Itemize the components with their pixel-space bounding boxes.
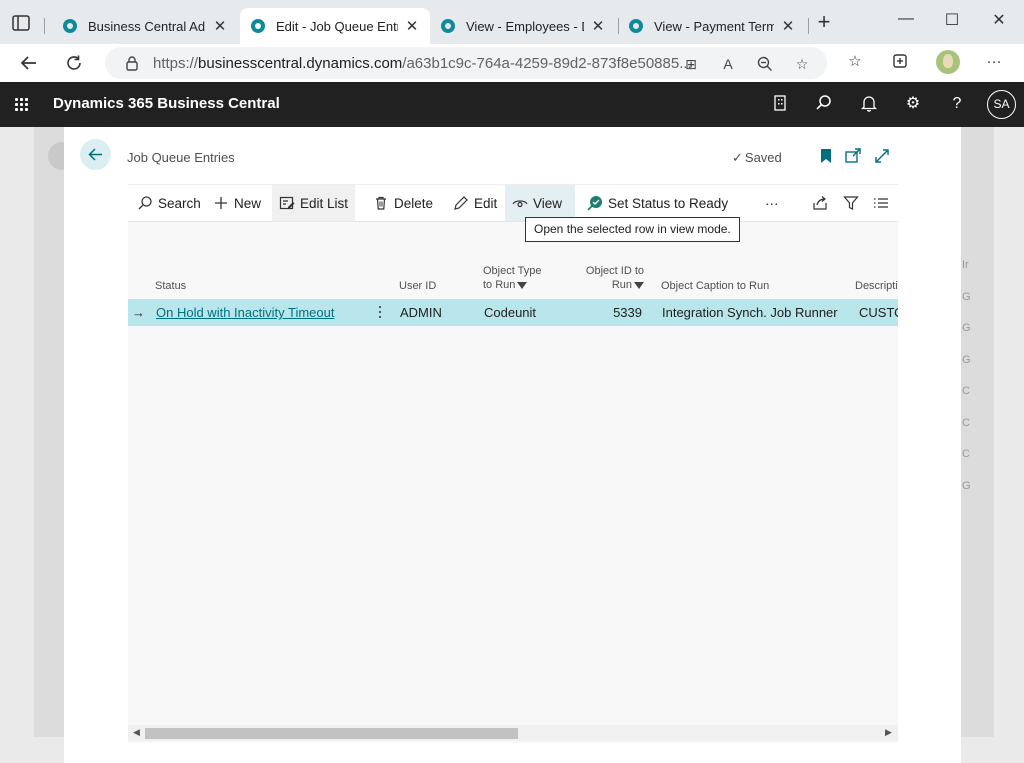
checkmark-icon: ✓ [732,150,743,165]
tab-separator [808,18,809,34]
user-id-cell[interactable]: ADMIN [400,305,442,320]
settings-more-icon[interactable]: ··· [983,51,1005,73]
scroll-right-icon[interactable]: ▶ [885,727,892,738]
url-field[interactable]: https://businesscentral.dynamics.com/a63… [105,47,827,79]
company-icon[interactable] [770,94,790,114]
col-header-status[interactable]: Status [155,279,186,293]
plus-icon [213,195,229,211]
app-launcher-icon[interactable] [15,98,29,112]
edit-list-icon [279,195,295,211]
maximize-icon[interactable]: ☐ [939,10,965,32]
bc-favicon-icon [62,18,78,34]
window-close-icon[interactable]: ✕ [986,10,1012,32]
status-ready-icon [587,195,603,211]
background-list-letters: Ir G G G C C C G [962,259,971,492]
job-queue-grid: Status User ID Object Type to Run Object… [128,222,898,743]
gear-icon[interactable]: ⚙ [903,94,923,114]
refresh-icon[interactable] [63,52,85,74]
tab-actions-icon[interactable] [10,12,32,34]
col-header-user-id[interactable]: User ID [399,279,436,293]
object-type-cell[interactable]: Codeunit [484,305,536,320]
bookmark-icon[interactable] [817,147,835,165]
save-status: ✓ Saved [732,150,782,165]
scrollbar-thumb[interactable] [145,728,518,739]
open-new-window-icon[interactable] [844,147,862,165]
col-header-object-caption[interactable]: Object Caption to Run [661,279,769,293]
close-tab-icon[interactable]: ✕ [590,17,606,35]
filter-applied-icon [517,281,528,289]
delete-button[interactable]: Delete [366,185,440,221]
back-button[interactable] [80,139,111,170]
set-status-ready-button[interactable]: Set Status to Ready [580,185,735,221]
table-row[interactable]: → On Hold with Inactivity Timeout ADMIN … [128,299,898,326]
description-cell[interactable]: CUSTO [859,305,898,320]
new-button[interactable]: New [206,185,268,221]
read-aloud-icon[interactable]: A [719,55,737,73]
trash-icon [373,195,389,211]
view-tooltip: Open the selected row in view mode. [525,217,740,242]
tab-title: Edit - Job Queue Entrie [276,18,398,34]
edit-list-button[interactable]: Edit List [272,185,356,221]
col-header-description[interactable]: Descripti [855,279,898,293]
bell-icon[interactable] [859,94,879,114]
object-caption-cell[interactable]: Integration Synch. Job Runner [662,305,838,320]
object-id-cell[interactable]: 5339 [580,305,642,320]
filter-icon[interactable] [843,195,859,211]
search-icon[interactable] [814,94,834,114]
browser-profile-avatar[interactable] [936,50,960,74]
tab-title: Business Central Admi [88,18,206,34]
add-favorite-icon[interactable]: ☆ [793,55,811,73]
page-title: Job Queue Entries [127,150,235,165]
col-header-object-id[interactable]: Object ID to Run [580,264,644,292]
close-tab-icon[interactable]: ✕ [404,17,420,35]
browser-tab-payment-terms[interactable]: View - Payment Terms ✕ [618,8,806,44]
favorites-icon[interactable]: ☆ [844,51,866,73]
row-menu-icon[interactable] [378,304,382,320]
search-button[interactable]: Search [130,185,208,221]
view-button[interactable]: View [505,185,575,221]
back-arrow-icon [88,148,102,161]
close-tab-icon[interactable]: ✕ [212,17,228,35]
search-icon [137,195,153,211]
row-selected-arrow-icon: → [132,305,145,320]
help-icon[interactable]: ? [947,94,967,114]
tab-title: View - Payment Terms [654,18,774,34]
url-text: https://businesscentral.dynamics.com/a63… [153,55,692,72]
zoom-out-icon[interactable] [756,55,774,73]
browser-tab-job-queue[interactable]: Edit - Job Queue Entrie ✕ [240,8,430,44]
app-available-icon[interactable]: ⊞ [682,55,700,73]
share-icon[interactable] [812,195,828,211]
collections-icon[interactable] [889,51,911,73]
pencil-icon [453,195,469,211]
lock-icon [125,55,139,71]
address-bar: https://businesscentral.dynamics.com/a63… [0,44,1024,82]
scroll-left-icon[interactable]: ◀ [133,727,140,738]
more-actions-button[interactable]: ··· [758,185,786,221]
close-tab-icon[interactable]: ✕ [780,17,796,35]
expand-icon[interactable] [873,147,891,165]
minimize-icon[interactable]: — [893,10,919,32]
list-view-icon[interactable] [873,195,889,211]
tab-title: View - Employees - Dy [466,18,584,34]
browser-tab-strip: Business Central Admi ✕ Edit - Job Queue… [0,0,1024,44]
browser-tab-bc-admin[interactable]: Business Central Admi ✕ [52,8,238,44]
bc-favicon-icon [440,18,456,34]
product-name[interactable]: Dynamics 365 Business Central [53,95,280,112]
edit-button[interactable]: Edit [446,185,504,221]
eye-icon [512,195,528,211]
browser-tab-employees[interactable]: View - Employees - Dy ✕ [430,8,616,44]
horizontal-scrollbar[interactable]: ◀ ▶ [128,725,898,741]
bc-favicon-icon [250,18,266,34]
bc-app-header: Dynamics 365 Business Central ⚙ ? SA [0,82,1024,127]
filter-applied-icon [634,281,644,289]
tab-separator [44,18,45,34]
bc-favicon-icon [628,18,644,34]
new-tab-icon[interactable]: + [813,11,835,34]
user-avatar[interactable]: SA [987,90,1016,119]
action-bar: Search New Edit List Delete Edit View Se… [128,184,898,222]
col-header-object-type[interactable]: Object Type to Run [483,264,542,292]
job-queue-dialog: Job Queue Entries ✓ Saved Search New Edit… [64,127,961,763]
status-cell[interactable]: On Hold with Inactivity Timeout [156,305,334,320]
back-arrow-icon[interactable] [18,52,40,74]
